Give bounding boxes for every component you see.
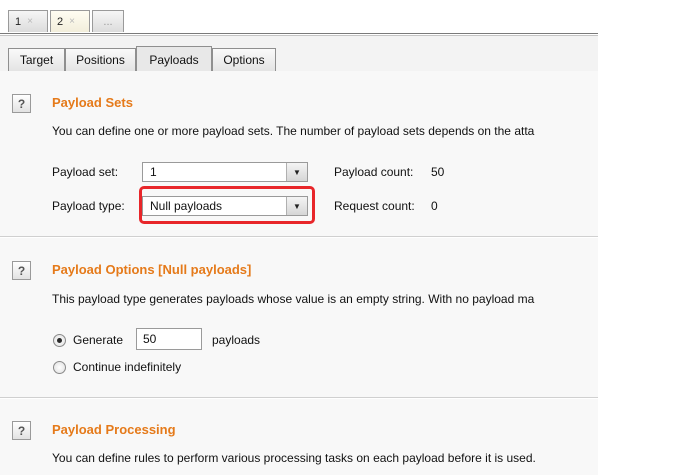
chevron-down-icon: ▼	[286, 163, 307, 181]
section-title-payload-sets: Payload Sets	[52, 95, 133, 110]
tab-payloads[interactable]: Payloads	[136, 46, 212, 72]
section-title-payload-options: Payload Options [Null payloads]	[52, 262, 252, 277]
tab-positions[interactable]: Positions	[65, 48, 136, 71]
tab-2-label: 2	[57, 15, 64, 28]
section-description: You can define one or more payload sets.…	[52, 124, 535, 138]
new-tab-button[interactable]: ...	[92, 10, 124, 32]
payload-count-value: 50	[431, 165, 445, 179]
tab-1-label: 1	[15, 15, 22, 28]
highlight-box	[139, 186, 315, 224]
subtab-bar: Target Positions Payloads Options	[0, 36, 598, 107]
intruder-window: 1 × 2 × ... Target Positions Payloads Op…	[0, 0, 598, 475]
generate-count-input[interactable]: 50	[136, 328, 202, 350]
help-icon[interactable]: ?	[12, 261, 31, 280]
payload-set-label: Payload set:	[52, 165, 119, 179]
section-divider	[0, 398, 598, 399]
section-description: You can define rules to perform various …	[52, 451, 536, 465]
close-icon[interactable]: ×	[27, 16, 33, 27]
section-description: This payload type generates payloads who…	[52, 292, 535, 306]
tab-2[interactable]: 2 ×	[50, 10, 90, 32]
generate-label: Generate	[73, 333, 124, 347]
generate-suffix: payloads	[212, 333, 261, 347]
help-icon[interactable]: ?	[12, 421, 31, 440]
request-count-value: 0	[431, 199, 438, 213]
tab-positions-label: Positions	[76, 53, 125, 67]
section-title-payload-processing: Payload Processing	[52, 422, 176, 437]
generate-radio[interactable]	[53, 334, 66, 347]
payload-count-label: Payload count:	[334, 165, 414, 179]
tab-payloads-label: Payloads	[149, 52, 199, 67]
payload-set-select[interactable]: 1 ▼	[142, 162, 308, 182]
numbered-tab-bar: 1 × 2 × ...	[0, 0, 598, 36]
payload-type-label: Payload type:	[52, 199, 125, 213]
tab-divider	[0, 33, 598, 34]
tab-target-label: Target	[19, 53, 54, 67]
request-count-label: Request count:	[334, 199, 415, 213]
tab-options[interactable]: Options	[212, 48, 276, 71]
section-divider	[0, 237, 598, 238]
payload-set-value: 1	[150, 165, 157, 179]
tab-target[interactable]: Target	[8, 48, 65, 71]
close-icon[interactable]: ×	[69, 16, 75, 27]
help-icon[interactable]: ?	[12, 94, 31, 113]
continue-indefinitely-label: Continue indefinitely	[73, 360, 182, 374]
new-tab-label: ...	[103, 15, 113, 28]
continue-indefinitely-radio[interactable]	[53, 361, 66, 374]
tab-options-label: Options	[223, 53, 265, 67]
tab-1[interactable]: 1 ×	[8, 10, 48, 32]
